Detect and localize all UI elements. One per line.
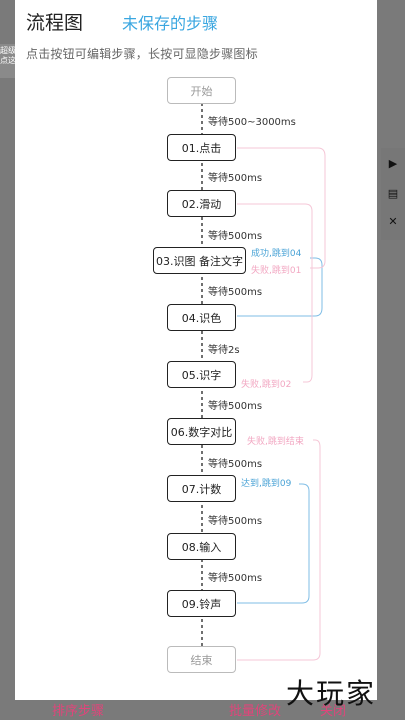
wait-label-03: 等待500ms (208, 287, 263, 298)
step-node-02[interactable]: 02.滑动 (167, 190, 236, 217)
jump-label-03-success: 成功,跳到04 (251, 249, 302, 259)
sort-steps-button[interactable]: 排序步骤 (52, 700, 104, 719)
background-side-toolbar: ▶ ▤ ✕ (381, 148, 405, 240)
wait-label-01: 等待500ms (208, 173, 263, 184)
start-node[interactable]: 开始 (167, 77, 236, 104)
step-node-04[interactable]: 04.识色 (167, 304, 236, 331)
step-node-01[interactable]: 01.点击 (167, 134, 236, 161)
step-node-09[interactable]: 09.铃声 (167, 590, 236, 617)
document-icon: ▤ (387, 187, 399, 200)
wait-label-06: 等待500ms (208, 459, 263, 470)
jump-label-07-reached: 达到,跳到09 (241, 479, 292, 489)
watermark-logo: 大玩家 (286, 677, 377, 710)
step-node-03[interactable]: 03.识图 备注文字 (153, 247, 246, 274)
step-node-08[interactable]: 08.输入 (167, 533, 236, 560)
flowchart-dialog: 流程图 未保存的步骤 点击按钮可编辑步骤，长按可显隐步骤图标 开始 等待500~… (15, 0, 377, 720)
wait-label-05: 等待500ms (208, 401, 263, 412)
jump-line-07-reached (237, 483, 310, 604)
play-icon: ▶ (388, 157, 398, 170)
end-node[interactable]: 结束 (167, 646, 236, 673)
step-node-05[interactable]: 05.识字 (167, 361, 236, 388)
close-icon: ✕ (388, 215, 398, 228)
jump-label-03-fail: 失败,跳到01 (251, 266, 302, 276)
first-wait-label: 等待500~3000ms (208, 117, 296, 128)
step-node-07[interactable]: 07.计数 (167, 475, 236, 502)
jump-label-05-fail: 失败,跳到02 (241, 380, 292, 390)
wait-label-02: 等待500ms (208, 231, 263, 242)
wait-label-07: 等待500ms (208, 516, 263, 527)
step-node-06[interactable]: 06.数字对比 (167, 418, 236, 445)
jump-line-06-fail (237, 439, 321, 661)
jump-label-06-fail: 失败,跳到结束 (247, 437, 304, 447)
wait-label-04: 等待2s (208, 345, 240, 356)
batch-edit-button[interactable]: 批量修改 (229, 700, 281, 719)
wait-label-08: 等待500ms (208, 573, 263, 584)
